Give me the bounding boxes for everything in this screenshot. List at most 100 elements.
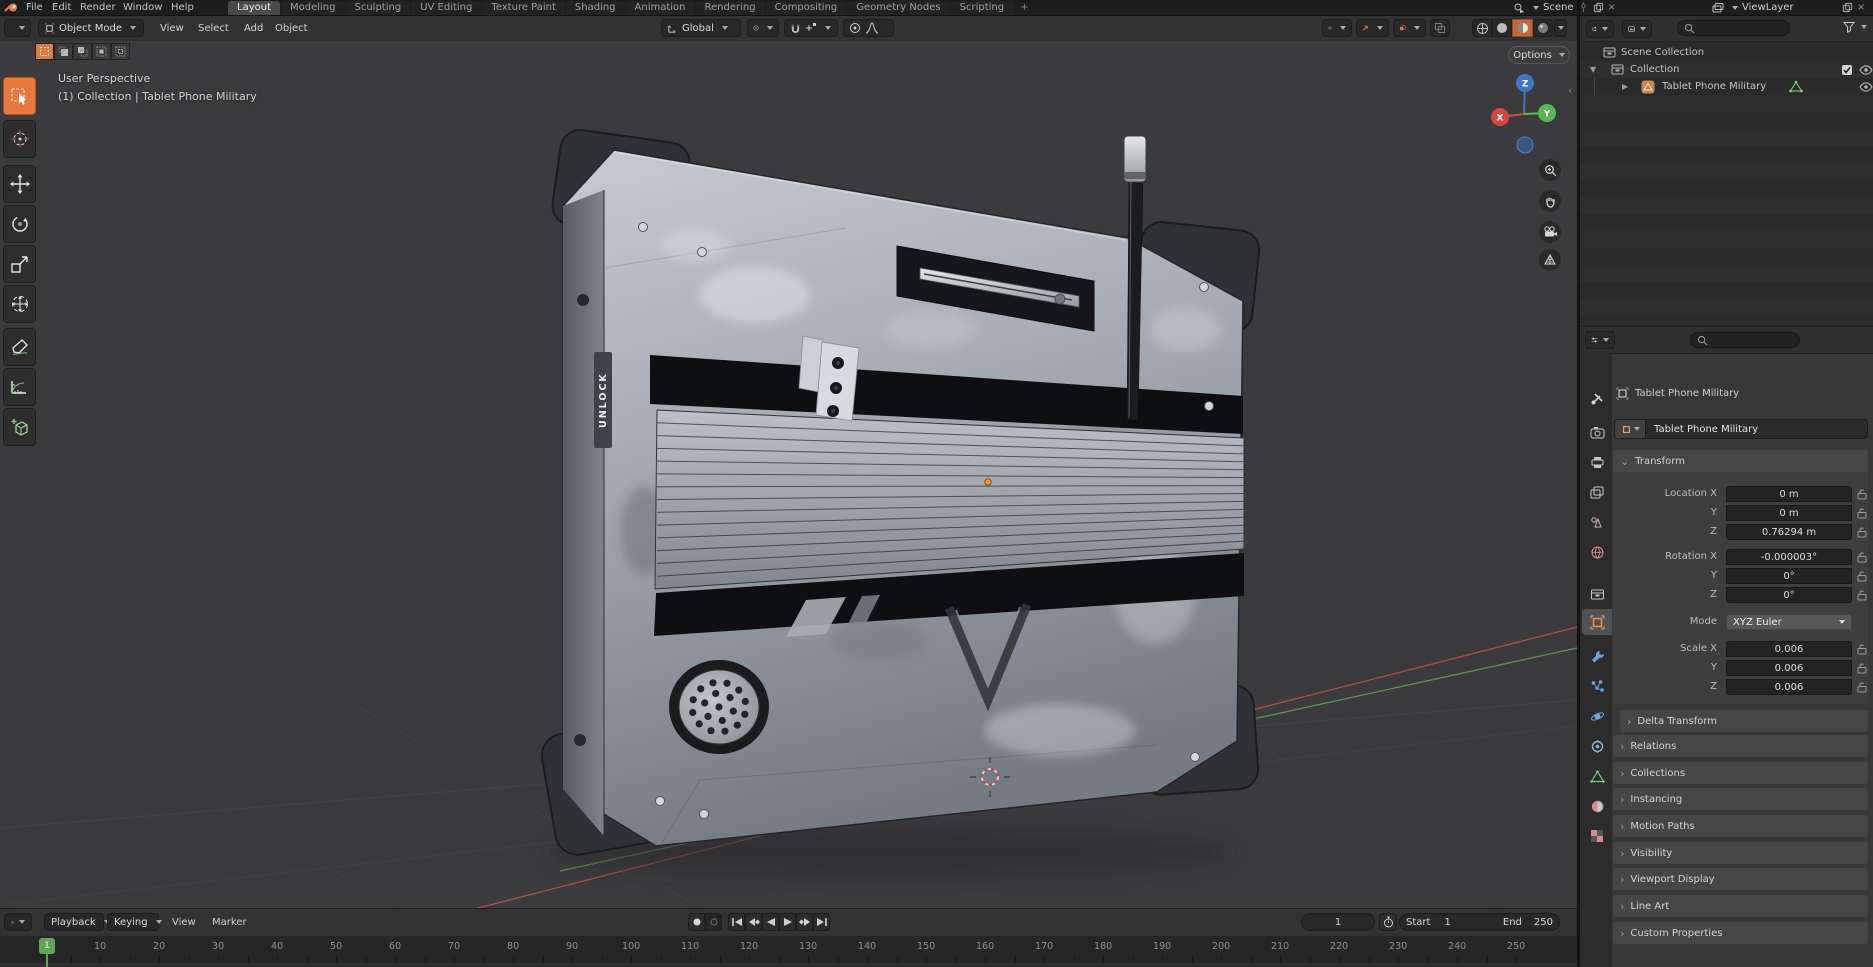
tab-tool[interactable]	[1582, 385, 1612, 411]
rotation-x-field[interactable]: -0.000003°	[1726, 549, 1852, 565]
show-visibility-dropdown[interactable]	[1322, 19, 1352, 37]
tab-modifiers[interactable]	[1582, 643, 1612, 669]
scene-dropdown-arrow[interactable]	[1533, 5, 1539, 10]
tab-material[interactable]	[1582, 793, 1612, 819]
shading-dropdown[interactable]	[1554, 19, 1567, 37]
panel-motion-paths[interactable]: › Motion Paths	[1613, 815, 1868, 837]
tool-measure[interactable]	[3, 368, 36, 406]
view-layer-name[interactable]: ViewLayer	[1742, 2, 1794, 13]
panel-delta-transform[interactable]: › Delta Transform	[1620, 710, 1868, 732]
tab-animation[interactable]: Animation	[625, 1, 695, 15]
object-id-selector[interactable]	[1615, 420, 1646, 438]
auto-keying-options-button[interactable]	[705, 913, 722, 931]
tab-particles[interactable]	[1582, 673, 1612, 699]
current-frame-marker[interactable]: 1	[39, 938, 55, 954]
snap-controls[interactable]	[784, 19, 838, 37]
tool-annotate[interactable]	[3, 328, 36, 366]
menu-view[interactable]: View	[156, 16, 188, 41]
delete-scene-icon[interactable]: ×	[1608, 2, 1616, 13]
timeline-editor-type-button[interactable]	[4, 913, 32, 931]
menu-add[interactable]: Add	[240, 16, 267, 41]
proportional-editing-controls[interactable]	[843, 19, 894, 37]
transform-orientation-selector[interactable]: Global	[661, 19, 741, 37]
menu-object[interactable]: Object	[271, 16, 312, 41]
timeline-view-menu[interactable]: View	[172, 909, 196, 936]
tool-add-cube[interactable]	[3, 408, 36, 446]
menu-help[interactable]: Help	[167, 0, 198, 15]
tab-scene[interactable]	[1582, 509, 1612, 535]
show-gizmo-toggle[interactable]	[1356, 19, 1389, 37]
sidebar-collapse-arrow[interactable]: ‹	[1568, 84, 1572, 97]
tab-layout[interactable]: Layout	[228, 1, 280, 15]
pan-hand-button[interactable]	[1539, 190, 1561, 212]
hide-eye-icon[interactable]	[1859, 82, 1873, 92]
object-origin-dot[interactable]	[984, 478, 992, 486]
rotation-mode-dropdown[interactable]: XYZ Euler	[1726, 614, 1852, 630]
menu-file[interactable]: File	[22, 0, 47, 15]
shading-material-preview-button[interactable]	[1512, 19, 1533, 37]
use-preview-range-button[interactable]	[1379, 913, 1397, 931]
outliner-filter-button[interactable]	[1843, 21, 1867, 33]
disclosure-triangle-open-icon[interactable]: ▼	[1590, 65, 1596, 74]
show-overlays-toggle[interactable]	[1393, 19, 1426, 37]
new-view-layer-icon[interactable]	[1842, 2, 1853, 13]
lock-icon[interactable]	[1857, 570, 1867, 582]
mode-selector[interactable]: Object Mode	[38, 19, 144, 37]
add-workspace-button[interactable]: +	[1014, 1, 1034, 15]
outliner-search-input[interactable]	[1677, 20, 1790, 36]
tool-move[interactable]	[3, 165, 36, 203]
scene-icon[interactable]	[1513, 2, 1525, 14]
disclosure-triangle-closed-icon[interactable]: ▶	[1622, 82, 1628, 91]
location-x-field[interactable]: 0 m	[1726, 486, 1852, 502]
tab-geometry-nodes[interactable]: Geometry Nodes	[847, 1, 950, 15]
jump-to-start-button[interactable]	[728, 913, 745, 931]
auto-keying-button[interactable]	[688, 913, 705, 931]
tab-texture[interactable]	[1582, 823, 1612, 849]
properties-search-input[interactable]	[1690, 332, 1800, 348]
options-button[interactable]: Options	[1508, 46, 1570, 64]
blender-logo-icon[interactable]	[4, 2, 19, 13]
tool-select-box[interactable]	[3, 77, 36, 115]
gizmo-axis-z-neg[interactable]	[1516, 136, 1534, 154]
jump-to-end-button[interactable]	[813, 913, 830, 931]
panel-relations[interactable]: › Relations	[1613, 735, 1868, 757]
timeline-marker-menu[interactable]: Marker	[212, 909, 247, 936]
hide-eye-icon[interactable]	[1859, 65, 1873, 75]
select-mode-set[interactable]	[35, 43, 54, 60]
location-z-field[interactable]: 0.76294 m	[1726, 524, 1852, 540]
zoom-button[interactable]	[1539, 159, 1561, 181]
lock-icon[interactable]	[1857, 488, 1867, 500]
tab-output[interactable]	[1582, 449, 1612, 475]
shading-rendered-button[interactable]	[1533, 19, 1553, 37]
tab-constraints[interactable]	[1582, 733, 1612, 759]
scene-name[interactable]: Scene	[1543, 2, 1574, 13]
panel-viewport-display[interactable]: › Viewport Display	[1613, 868, 1868, 890]
remove-view-layer-icon[interactable]: ×	[1857, 2, 1865, 13]
outliner-display-mode-button[interactable]	[1622, 20, 1652, 38]
outliner-row-scene-collection[interactable]: Scene Collection	[1580, 44, 1873, 61]
rotation-y-field[interactable]: 0°	[1726, 568, 1852, 584]
tool-scale[interactable]	[3, 245, 36, 283]
scale-y-field[interactable]: 0.006	[1726, 660, 1852, 676]
location-y-field[interactable]: 0 m	[1726, 505, 1852, 521]
menu-edit[interactable]: Edit	[48, 0, 75, 15]
view-layer-dropdown-arrow[interactable]	[1732, 5, 1738, 10]
select-mode-invert[interactable]	[92, 43, 111, 60]
tab-view-layer[interactable]	[1582, 479, 1612, 505]
properties-editor-type-button[interactable]	[1585, 331, 1615, 349]
tab-scripting[interactable]: Scripting	[950, 1, 1014, 15]
playback-menu[interactable]: Playback	[44, 913, 110, 931]
tablet-model[interactable]: UNLOCK	[538, 127, 1261, 858]
lock-icon[interactable]	[1857, 551, 1867, 563]
object-name-field[interactable]: Tablet Phone Military	[1614, 419, 1868, 439]
tab-render[interactable]	[1582, 419, 1612, 445]
tool-cursor[interactable]	[3, 120, 36, 158]
tab-physics[interactable]	[1582, 703, 1612, 729]
lock-icon[interactable]	[1857, 507, 1867, 519]
view-layer-icon[interactable]	[1712, 2, 1724, 14]
outliner-row-collection[interactable]: ▼ Collection	[1580, 61, 1873, 78]
start-frame-field[interactable]: Start 1	[1406, 917, 1451, 928]
timeline-ruler[interactable]: 10 20 30 40 50 60 70 80 90 100 110 120 130 140 150 160 1…	[0, 936, 1577, 963]
current-frame-field[interactable]: 1	[1301, 913, 1375, 931]
menu-window[interactable]: Window	[119, 0, 166, 15]
